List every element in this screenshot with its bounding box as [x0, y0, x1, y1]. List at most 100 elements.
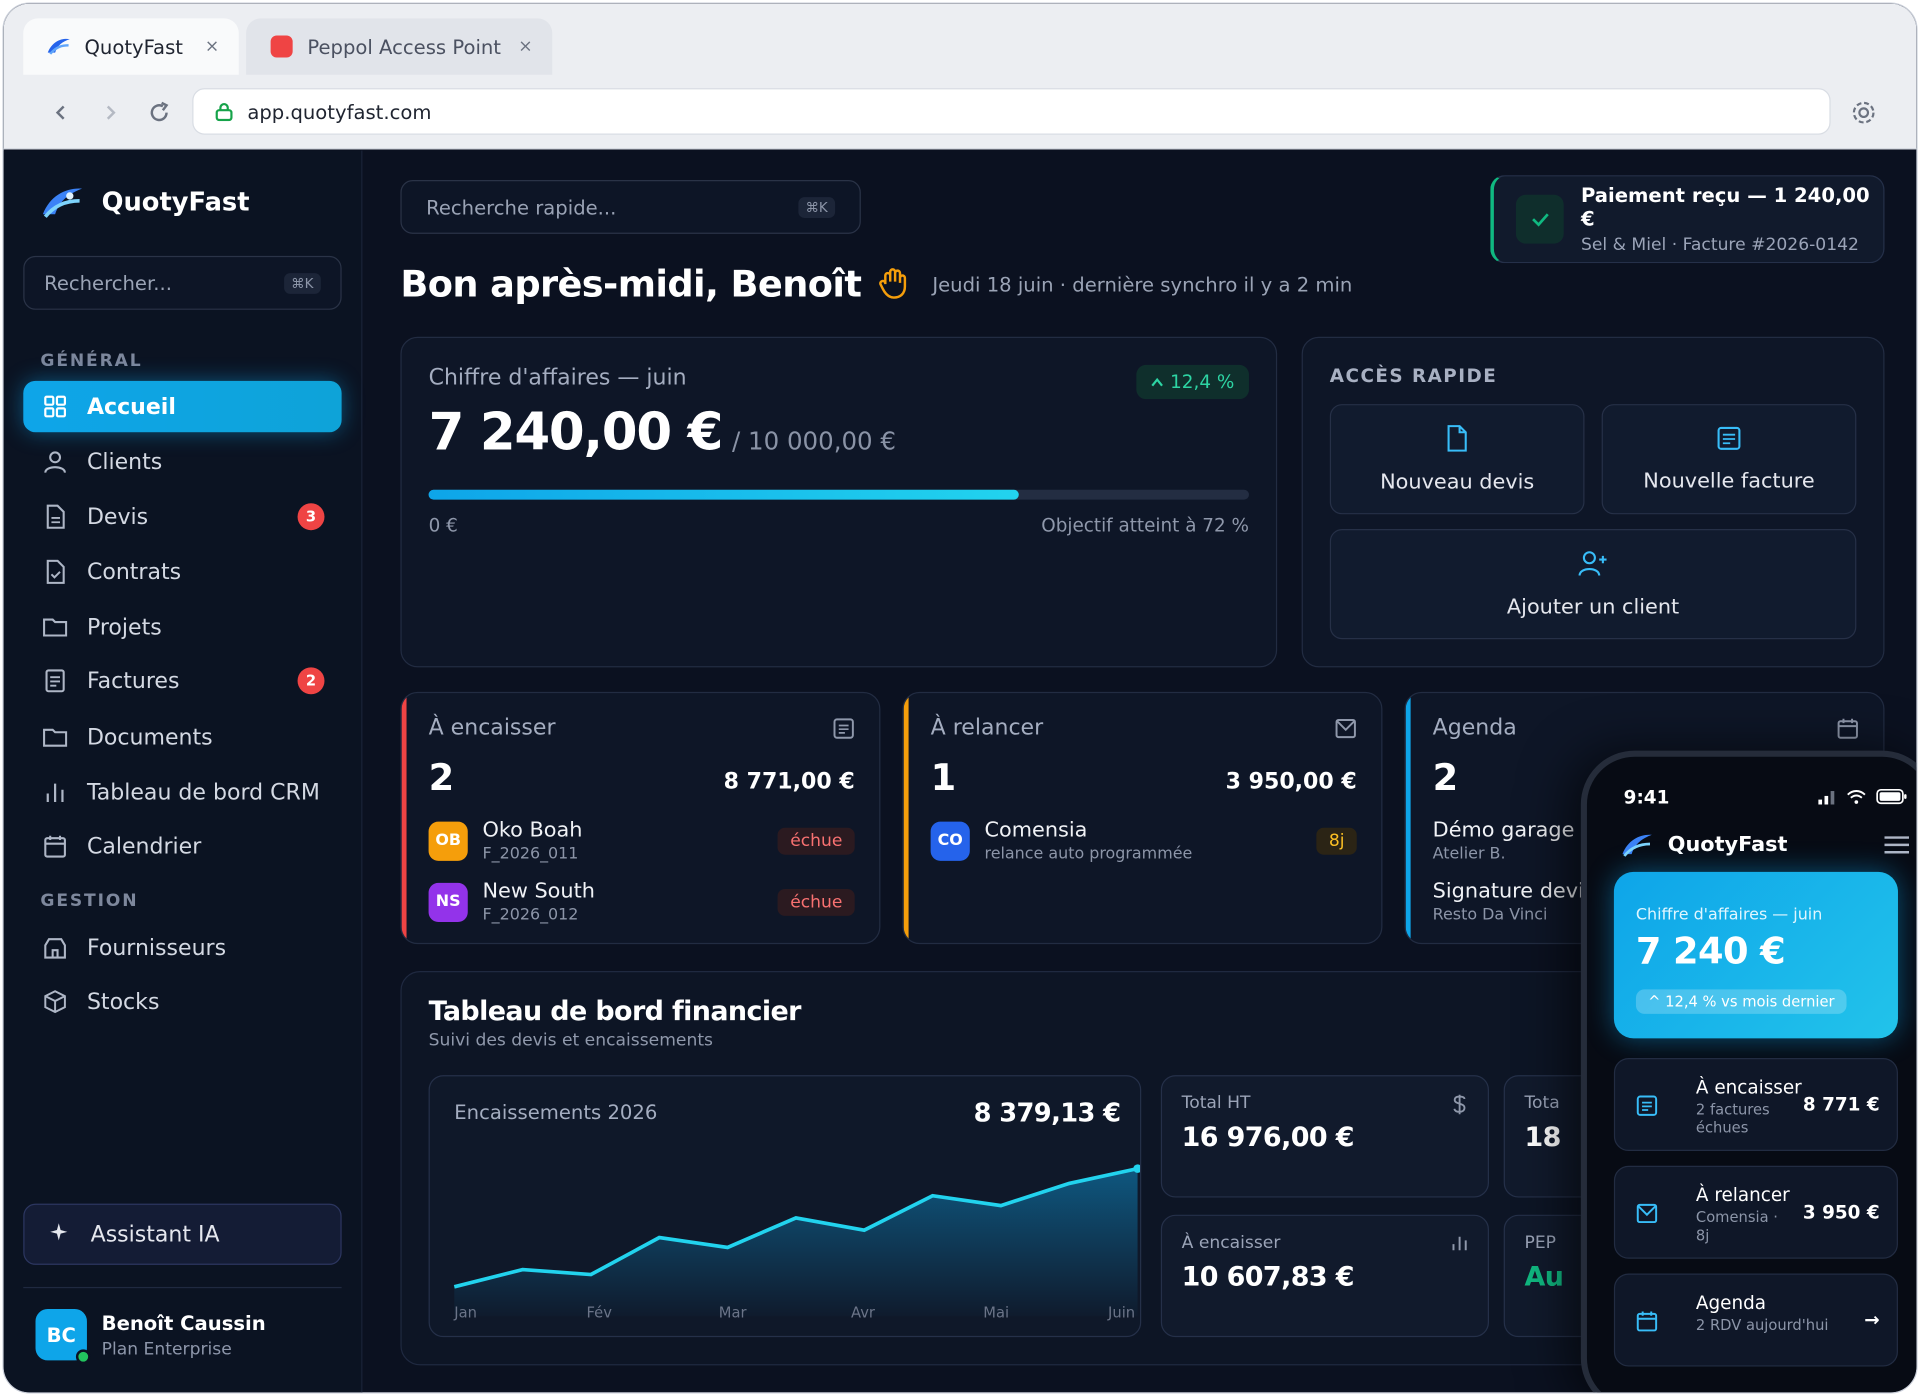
online-status-dot: [75, 1349, 91, 1365]
to-remind-card[interactable]: À relancer 1 3 950,00 € CO Comensia relan…: [902, 691, 1383, 945]
payment-toast[interactable]: Paiement reçu — 1 240,00 € Sel & Miel · …: [1490, 175, 1885, 264]
status-accent-bar: [401, 693, 407, 943]
client-name: Comensia: [984, 817, 1088, 843]
bar-chart-icon: [1451, 1233, 1468, 1256]
add-client-button[interactable]: Ajouter un client: [1329, 528, 1857, 640]
arrow-right-icon[interactable]: →: [1864, 1309, 1879, 1331]
sidebar-item-clients[interactable]: Clients: [23, 436, 341, 487]
area-chart: [453, 1164, 1141, 1317]
client-name: New South: [482, 879, 595, 904]
mobile-to-collect[interactable]: À encaisser 2 factures échues 8 771 €: [1613, 1057, 1898, 1152]
x-tick-label: Mar: [718, 1304, 747, 1322]
item-title: À relancer: [1695, 1184, 1790, 1207]
event-client: Atelier B.: [1432, 844, 1506, 864]
event-name: Démo garage —: [1432, 817, 1602, 843]
stat-value: 10 607,83 €: [1181, 1262, 1355, 1294]
new-quote-button[interactable]: Nouveau devis: [1329, 404, 1585, 515]
mobile-revenue-card[interactable]: Chiffre d'affaires — juin 7 240 € ^ 12,4…: [1613, 871, 1898, 1039]
sidebar-item-stocks[interactable]: Stocks: [23, 976, 341, 1027]
battery-icon: [1876, 788, 1907, 805]
stat-label: À encaisser: [1181, 1233, 1281, 1253]
brand-name: QuotyFast: [101, 187, 250, 217]
section-title: Tableau de bord financier: [428, 996, 802, 1028]
sidebar-item-label: Stocks: [86, 988, 160, 1015]
tab-quotyfast[interactable]: QuotyFast ×: [23, 18, 239, 75]
app-window: QuotyFast × Peppol Access Point × app.qu…: [2, 2, 1918, 1394]
calendar-icon: [43, 834, 67, 858]
list-item[interactable]: OB Oko Boah F_2026_011 échue: [428, 817, 855, 863]
stat-value: 18: [1524, 1122, 1562, 1154]
mobile-brand[interactable]: QuotyFast: [1619, 830, 1788, 859]
revenue-amount-row: 7 240,00 € / 10 000,00 €: [429, 402, 896, 462]
sidebar-item-label: Clients: [86, 448, 163, 475]
brand-logo[interactable]: QuotyFast: [38, 182, 250, 221]
item-title: Agenda: [1695, 1291, 1767, 1314]
sidebar-item-crm-dashboard[interactable]: Tableau de bord CRM: [23, 767, 341, 818]
progress-reached-label: Objectif atteint à 72 %: [1041, 514, 1249, 537]
greeting-header: Bon après-midi, Benoît Jeudi 18 juin · d…: [400, 263, 1352, 306]
receipt-icon: [1717, 426, 1741, 457]
file-check-icon: [43, 559, 67, 584]
quotyfast-logo-icon: [42, 188, 83, 218]
client-name: Oko Boah: [482, 817, 583, 843]
bar-chart-icon: [43, 780, 67, 804]
sidebar-search-input[interactable]: Rechercher... ⌘K: [23, 255, 342, 310]
sidebar-item-factures[interactable]: Factures 2: [23, 655, 341, 706]
menu-icon[interactable]: [1883, 835, 1910, 859]
sidebar-item-accueil[interactable]: Accueil: [23, 380, 342, 433]
sidebar-item-projets[interactable]: Projets: [23, 601, 341, 652]
sidebar-item-label: Contrats: [86, 558, 182, 585]
sidebar-item-label: Calendrier: [86, 833, 202, 859]
quick-search-placeholder: Recherche rapide...: [426, 195, 617, 219]
receipt-icon: [43, 669, 67, 693]
stat-value: 16 976,00 €: [1181, 1122, 1355, 1154]
item-subtitle: 2 factures échues: [1695, 1100, 1770, 1137]
back-icon[interactable]: [43, 94, 80, 131]
sidebar-item-contrats[interactable]: Contrats: [23, 546, 341, 597]
quick-search-input[interactable]: Recherche rapide... ⌘K: [400, 180, 861, 234]
mobile-agenda[interactable]: Agenda 2 RDV aujourd'hui →: [1613, 1273, 1898, 1367]
file-icon: [1446, 424, 1468, 457]
user-plus-icon: [1578, 549, 1607, 582]
stat-total-ht: Total HT 16 976,00 €: [1160, 1075, 1489, 1198]
tab-close-icon[interactable]: ×: [518, 37, 532, 57]
list-item[interactable]: NS New South F_2026_012 échue: [428, 879, 855, 925]
sidebar-item-devis[interactable]: Devis 3: [23, 491, 341, 542]
peppol-favicon-icon: [268, 33, 295, 60]
invoice-ref: F_2026_012: [482, 906, 579, 925]
lock-icon: [215, 102, 233, 122]
status-icons: [1817, 788, 1908, 805]
card-count: 1: [930, 756, 957, 800]
card-title: Agenda: [1432, 715, 1517, 741]
shortcut-badge: ⌘K: [798, 196, 836, 218]
calendar-icon: [1632, 1307, 1661, 1336]
sparkle-icon: [49, 1221, 69, 1247]
to-collect-card[interactable]: À encaisser 2 8 771,00 € OB Oko Boah F_20…: [400, 691, 881, 945]
toast-title: Paiement reçu — 1 240,00 €: [1580, 183, 1870, 231]
user-name: Benoît Caussin: [101, 1310, 266, 1335]
receipt-icon: [1632, 1091, 1661, 1120]
divider: [23, 1286, 342, 1289]
chart-title: Encaissements 2026: [454, 1100, 658, 1125]
sidebar-item-calendrier[interactable]: Calendrier: [23, 820, 341, 871]
assistant-ia-button[interactable]: Assistant IA: [23, 1203, 342, 1265]
search-placeholder: Rechercher...: [44, 271, 172, 295]
new-invoice-button[interactable]: Nouvelle facture: [1601, 404, 1857, 515]
user-profile[interactable]: BC Benoît Caussin Plan Enterprise: [35, 1308, 266, 1365]
x-tick-label: Mai: [983, 1304, 1010, 1322]
toast-subtitle: Sel & Miel · Facture #2026-0142: [1580, 235, 1859, 255]
sidebar-item-fournisseurs[interactable]: Fournisseurs: [23, 922, 341, 973]
revenue-progress-bar: [428, 489, 1249, 500]
list-item[interactable]: CO Comensia relance auto programmée 8j: [930, 817, 1357, 863]
sidebar-item-documents[interactable]: Documents: [23, 711, 341, 762]
reload-icon[interactable]: [141, 94, 178, 131]
file-icon: [43, 504, 67, 529]
mobile-to-remind[interactable]: À relancer Comensia · 8j 3 950 €: [1613, 1165, 1898, 1259]
notification-badge: 3: [297, 503, 325, 531]
gear-icon[interactable]: [1845, 94, 1882, 131]
tab-peppol[interactable]: Peppol Access Point ×: [246, 18, 553, 75]
quotyfast-logo-icon: [45, 33, 72, 60]
forward-icon[interactable]: [92, 94, 129, 131]
address-bar[interactable]: app.quotyfast.com: [192, 88, 1831, 135]
tab-close-icon[interactable]: ×: [205, 37, 219, 57]
